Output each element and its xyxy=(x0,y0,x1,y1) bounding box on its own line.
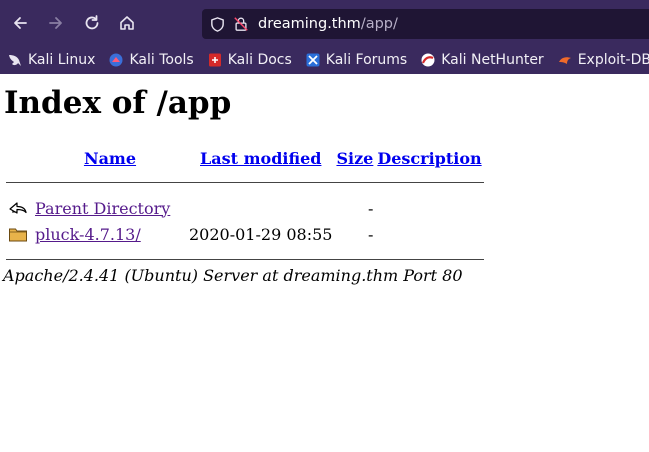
url-host: dreaming.thm xyxy=(258,16,361,32)
sort-by-size-link[interactable]: Size xyxy=(336,149,373,168)
parent-directory-link[interactable]: Parent Directory xyxy=(35,199,170,218)
kali-forums-icon xyxy=(305,52,321,68)
back-arrow-icon xyxy=(14,17,27,29)
description-cell xyxy=(375,195,483,221)
row-icon-cell xyxy=(6,195,33,221)
modified-cell xyxy=(187,195,334,221)
url-text[interactable]: dreaming.thm/app/ xyxy=(258,16,398,32)
back-button[interactable] xyxy=(2,5,38,41)
bookmark-label: Kali Docs xyxy=(227,52,292,68)
modified-column-header: Last modified xyxy=(187,146,334,170)
url-path: /app/ xyxy=(360,16,398,32)
folder-icon xyxy=(9,228,27,242)
icon-column-header xyxy=(6,146,33,170)
page-title: Index of /app xyxy=(4,85,232,121)
bookmark-label: Kali Tools xyxy=(129,52,194,68)
name-column-header: Name xyxy=(33,146,187,170)
description-cell xyxy=(375,221,483,247)
reload-icon xyxy=(85,15,99,30)
bookmark-label: Exploit-DB xyxy=(577,52,649,68)
sort-by-modified-link[interactable]: Last modified xyxy=(200,149,321,168)
bookmark-label: Kali Forums xyxy=(325,52,408,68)
bookmark-kali-nethunter[interactable]: Kali NetHunter xyxy=(420,52,544,68)
back-arrow-icon xyxy=(9,202,27,214)
description-column-header: Description xyxy=(375,146,483,170)
home-icon xyxy=(120,16,134,30)
name-cell: Parent Directory xyxy=(33,195,187,221)
name-cell: pluck-4.7.13/ xyxy=(33,221,187,247)
divider xyxy=(6,259,484,260)
folder-link[interactable]: pluck-4.7.13/ xyxy=(35,225,141,244)
nethunter-icon xyxy=(420,52,436,68)
size-cell: - xyxy=(367,224,374,244)
forward-arrow-icon xyxy=(49,17,62,29)
divider xyxy=(6,182,484,183)
divider-row xyxy=(6,170,484,195)
table-row: Parent Directory - xyxy=(6,195,484,221)
kali-dragon-icon xyxy=(7,52,23,68)
address-bar[interactable]: dreaming.thm/app/ xyxy=(202,9,649,39)
kali-docs-icon xyxy=(207,52,223,68)
browser-chrome: dreaming.thm/app/ Kali Linux Kali Tools … xyxy=(0,0,649,74)
modified-cell: 2020-01-29 08:55 xyxy=(189,224,333,244)
directory-listing: Name Last modified Size Description Pare… xyxy=(6,146,484,272)
bookmark-kali-linux[interactable]: Kali Linux xyxy=(7,52,95,68)
forward-button[interactable] xyxy=(38,5,74,41)
server-signature: Apache/2.4.41 (Ubuntu) Server at dreamin… xyxy=(3,266,463,285)
reload-button[interactable] xyxy=(74,5,110,41)
bookmarks-bar: Kali Linux Kali Tools Kali Docs Kali For… xyxy=(0,46,649,74)
kali-tools-icon xyxy=(108,52,124,68)
bookmark-kali-docs[interactable]: Kali Docs xyxy=(207,52,292,68)
table-row: pluck-4.7.13/ 2020-01-29 08:55 - xyxy=(6,221,484,247)
size-cell: - xyxy=(367,198,374,218)
bookmark-kali-tools[interactable]: Kali Tools xyxy=(108,52,194,68)
size-column-header: Size xyxy=(334,146,375,170)
bookmark-label: Kali Linux xyxy=(28,52,96,68)
bookmark-label: Kali NetHunter xyxy=(441,52,544,68)
shield-icon[interactable] xyxy=(208,15,226,33)
home-button[interactable] xyxy=(109,5,145,41)
sort-by-description-link[interactable]: Description xyxy=(377,149,481,168)
row-icon-cell xyxy=(6,221,33,247)
listing-header-row: Name Last modified Size Description xyxy=(6,146,484,170)
browser-toolbar: dreaming.thm/app/ xyxy=(0,0,649,46)
sort-by-name-link[interactable]: Name xyxy=(84,149,136,168)
bookmark-kali-forums[interactable]: Kali Forums xyxy=(305,52,407,68)
bookmark-exploit-db[interactable]: Exploit-DB xyxy=(557,52,649,68)
exploit-db-icon xyxy=(557,52,573,68)
insecure-lock-icon[interactable] xyxy=(232,15,250,33)
